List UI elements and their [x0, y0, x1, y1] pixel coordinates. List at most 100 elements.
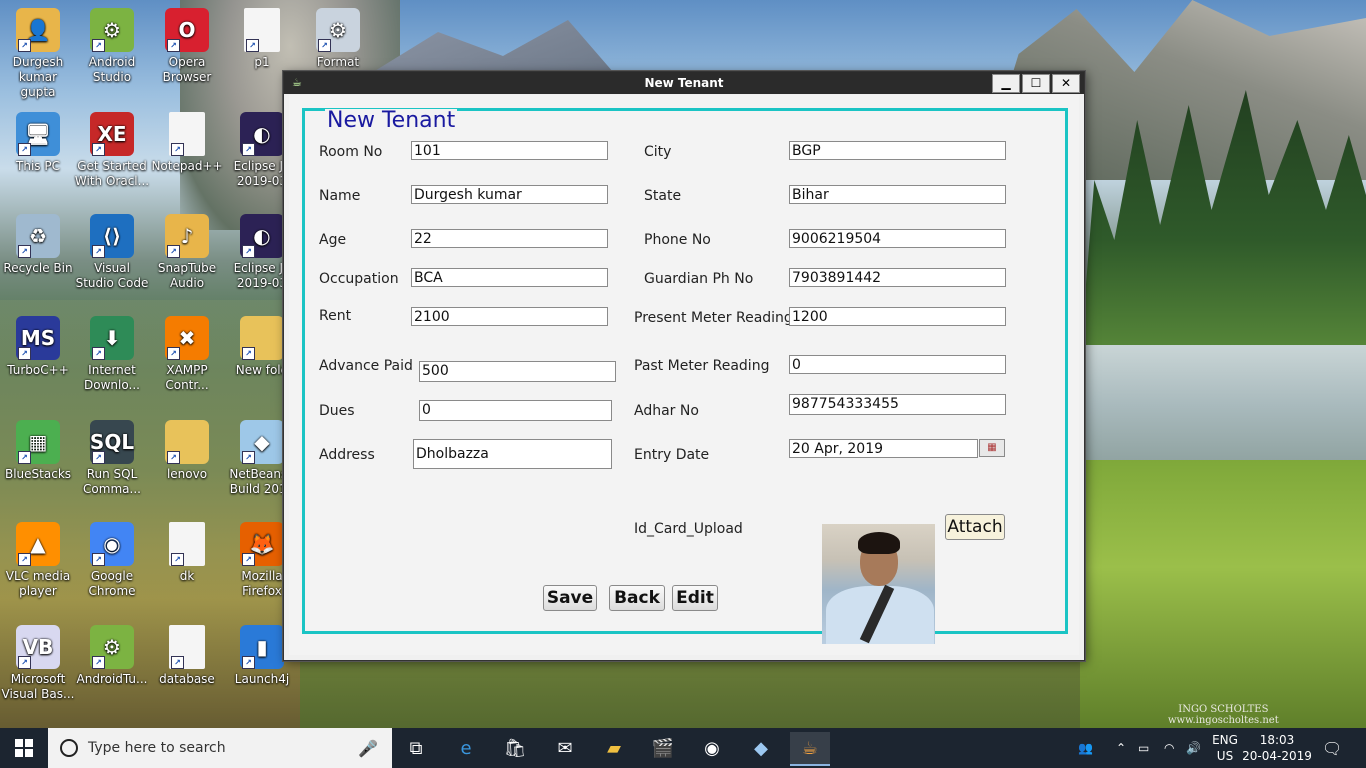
shortcut-arrow-icon: ↗ [18, 656, 31, 669]
desktop-icon-label: Recycle Bin [3, 261, 73, 275]
advance-paid-field[interactable]: 500 [419, 361, 616, 382]
desktop-icon-label: lenovo [166, 467, 208, 481]
state-label: State [644, 188, 682, 204]
desktop-icon[interactable]: ◉ ↗ Google Chrome [74, 522, 150, 599]
window-titlebar[interactable]: ☕ New Tenant ▁ ☐ ✕ [284, 72, 1084, 94]
desktop-icon[interactable]: ♻ ↗ Recycle Bin [0, 214, 76, 276]
calendar-picker-button[interactable]: ▦ [979, 439, 1005, 457]
desktop-icon[interactable]: VB ↗ Microsoft Visual Bas... [0, 625, 76, 702]
desktop-icon[interactable]: ✖ ↗ XAMPP Contr... [149, 316, 225, 393]
save-button[interactable]: Save [543, 585, 597, 611]
this-pc-icon: 🖥 ↗ [16, 112, 60, 156]
shortcut-arrow-icon: ↗ [167, 347, 180, 360]
virtualbox-icon[interactable]: ◆ [741, 732, 781, 764]
desktop-icon[interactable]: ⬇ ↗ Internet Downlo... [74, 316, 150, 393]
input-language[interactable]: ENG US [1208, 732, 1242, 764]
java-app-taskbar-icon[interactable]: ☕ [790, 732, 830, 766]
adhar-no-field[interactable]: 987754333455 [789, 394, 1006, 415]
desktop-icon[interactable]: ⚙ ↗ Format [300, 8, 376, 70]
age-field[interactable]: 22 [411, 229, 608, 248]
rent-field[interactable]: 2100 [411, 307, 608, 326]
wifi-icon[interactable]: ◠ [1164, 728, 1174, 768]
vscode-icon: ⟨⟩ ↗ [90, 214, 134, 258]
shortcut-arrow-icon: ↗ [92, 39, 105, 52]
desktop-icon[interactable]: ♪ ↗ SnapTube Audio [149, 214, 225, 291]
file-explorer-icon[interactable]: ▰ [594, 732, 634, 764]
desktop-icon[interactable]: ▲ ↗ VLC media player [0, 522, 76, 599]
maximize-button[interactable]: ☐ [1022, 74, 1050, 93]
occupation-label: Occupation [319, 271, 399, 287]
state-field[interactable]: Bihar [789, 185, 1006, 204]
show-hidden-icons[interactable]: ⌃ [1116, 728, 1126, 768]
wallpaper-watermark: INGO SCHOLTES www.ingoscholtes.net [1168, 704, 1279, 726]
clock[interactable]: 18:03 20-04-2019 [1242, 732, 1312, 764]
eclipse-icon: ◐ ↗ [240, 214, 284, 258]
xampp-icon: ✖ ↗ [165, 316, 209, 360]
turboc-icon: MS ↗ [16, 316, 60, 360]
present-meter-reading-field[interactable]: 1200 [789, 307, 1006, 326]
desktop-icon[interactable]: ↗ p1 [224, 8, 300, 70]
address-field[interactable]: Dholbazza [413, 439, 612, 469]
back-button[interactable]: Back [609, 585, 665, 611]
desktop-icon[interactable]: MS ↗ TurboC++ [0, 316, 76, 378]
netbeans-icon: ◆ ↗ [240, 420, 284, 464]
desktop-icon[interactable]: ↗ dk [149, 522, 225, 584]
volume-icon[interactable]: 🔊 [1186, 728, 1201, 768]
phone-no-field[interactable]: 9006219504 [789, 229, 1006, 248]
desktop-icon[interactable]: 👤 ↗ Durgesh kumar gupta [0, 8, 76, 100]
movies-icon[interactable]: 🎬 [643, 732, 683, 764]
desktop-icon-label: XAMPP Contr... [165, 363, 209, 392]
desktop-icon[interactable]: 🖥 ↗ This PC [0, 112, 76, 174]
desktop-icon[interactable]: ↗ lenovo [149, 420, 225, 482]
entry-date-field[interactable]: 20 Apr, 2019 [789, 439, 978, 458]
desktop-icon-label: Microsoft Visual Bas... [1, 672, 75, 701]
taskbar-search-box[interactable]: Type here to search 🎤 [48, 728, 392, 768]
start-button[interactable] [0, 728, 48, 768]
sql-cmd-icon: SQL ↗ [90, 420, 134, 464]
desktop-icon[interactable]: ▦ ↗ BlueStacks [0, 420, 76, 482]
city-label: City [644, 144, 672, 160]
new-tenant-panel: New Tenant Room No 101 Name Durgesh kuma… [302, 108, 1068, 644]
battery-icon[interactable]: ▭ [1138, 728, 1149, 768]
microphone-icon[interactable]: 🎤 [358, 739, 378, 758]
shortcut-arrow-icon: ↗ [171, 656, 184, 669]
notifications-icon[interactable]: 🗨 [1322, 728, 1342, 768]
desktop-icon-label: VLC media player [5, 569, 71, 598]
desktop-icon[interactable]: SQL ↗ Run SQL Comma... [74, 420, 150, 497]
mail-icon[interactable]: ✉ [545, 732, 585, 764]
attach-button[interactable]: Attach [945, 514, 1005, 540]
desktop-icon-label: Run SQL Comma... [83, 467, 141, 496]
dues-label: Dues [319, 403, 355, 419]
desktop-icon[interactable]: O ↗ Opera Browser [149, 8, 225, 85]
desktop-icon-label: Format [316, 55, 360, 69]
name-field[interactable]: Durgesh kumar [411, 185, 608, 204]
idm-icon: ⬇ ↗ [90, 316, 134, 360]
task-view-icon[interactable]: ⧉ [396, 732, 436, 764]
room-no-label: Room No [319, 144, 383, 160]
desktop-icon[interactable]: ⚙ ↗ AndroidTu... [74, 625, 150, 687]
city-field[interactable]: BGP [789, 141, 1006, 160]
edit-button[interactable]: Edit [672, 585, 718, 611]
folder-icon: ↗ [165, 420, 209, 464]
store-icon[interactable]: 🛍 [495, 732, 535, 764]
desktop-icon[interactable]: ↗ Notepad++ [149, 112, 225, 174]
shortcut-arrow-icon: ↗ [18, 553, 31, 566]
desktop-icon[interactable]: ⚙ ↗ Android Studio [74, 8, 150, 85]
occupation-field[interactable]: BCA [411, 268, 608, 287]
minimize-button[interactable]: ▁ [992, 74, 1020, 93]
dues-field[interactable]: 0 [419, 400, 612, 421]
new-tenant-window: ☕ New Tenant ▁ ☐ ✕ New Tenant Room No 10… [283, 71, 1085, 661]
android-studio-icon: ⚙ ↗ [90, 625, 134, 669]
desktop-icon[interactable]: ⟨⟩ ↗ Visual Studio Code [74, 214, 150, 291]
close-button[interactable]: ✕ [1052, 74, 1080, 93]
room-no-field[interactable]: 101 [411, 141, 608, 160]
shortcut-arrow-icon: ↗ [242, 553, 255, 566]
guardian-ph-no-field[interactable]: 7903891442 [789, 268, 1006, 287]
people-icon[interactable]: 👥 [1078, 728, 1093, 768]
edge-icon[interactable]: e [446, 732, 486, 764]
desktop-icon[interactable]: ↗ database [149, 625, 225, 687]
past-meter-reading-field[interactable]: 0 [789, 355, 1006, 374]
desktop-icon[interactable]: XE ↗ Get Started With Oracl... [74, 112, 150, 189]
desktop-icon-label: AndroidTu... [76, 672, 148, 686]
chrome-icon[interactable]: ◉ [692, 732, 732, 764]
